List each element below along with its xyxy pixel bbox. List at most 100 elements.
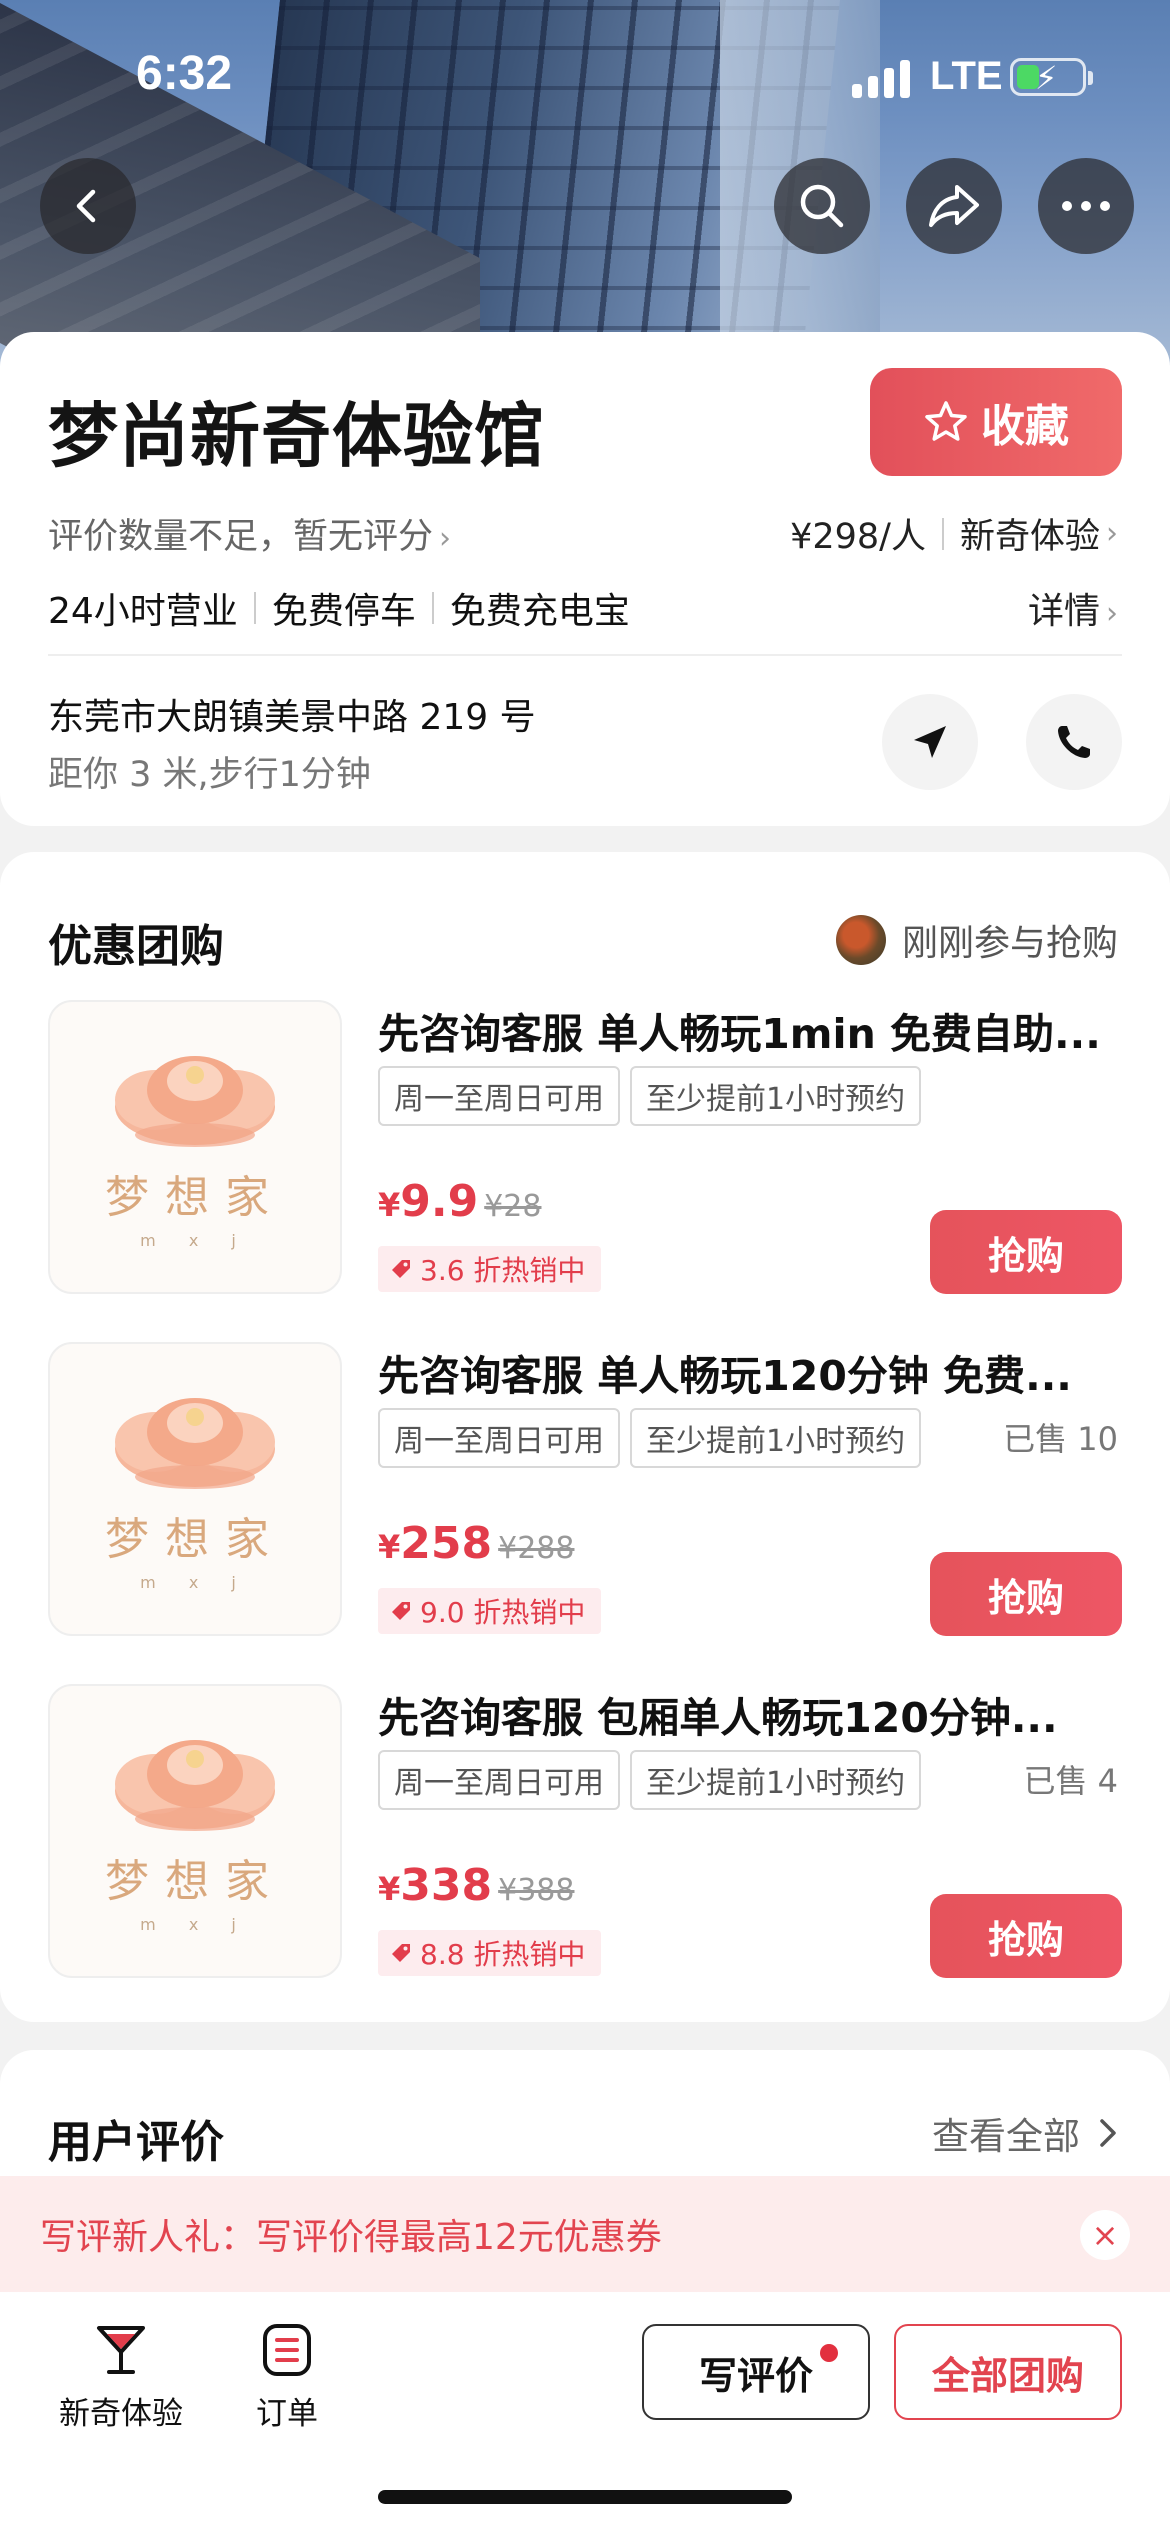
deal-title: 先咨询客服 单人畅玩1min 免费自助...: [378, 1010, 1101, 1058]
phone-icon: [1058, 726, 1090, 758]
discount-badge: 3.6 折热销中: [378, 1246, 602, 1292]
feature-tags: 24小时营业 免费停车 免费充电宝: [48, 582, 630, 634]
current-price: 258: [400, 1518, 493, 1569]
avatar: [835, 915, 886, 965]
original-price: ¥288: [498, 1531, 575, 1566]
deal-chips: 周一至周日可用 至少提前1小时预约: [378, 1750, 922, 1810]
battery-icon: ⚡: [1010, 58, 1093, 97]
buy-button[interactable]: 抢购: [930, 1552, 1122, 1636]
feature-tag: 免费停车: [271, 591, 416, 632]
search-icon: [800, 184, 844, 228]
peony-logo-icon: [115, 1397, 275, 1489]
shop-distance: 距你 3 米,步行1分钟: [48, 755, 371, 795]
phone-button[interactable]: [1026, 694, 1122, 790]
more-icon: [1062, 201, 1110, 211]
chevron-right-icon: ›: [1106, 516, 1118, 551]
divider: [48, 654, 1122, 656]
shop-name: 梦尚新奇体验馆: [48, 395, 545, 477]
current-price: 9.9: [400, 1176, 479, 1227]
rating-text: 评价数量不足，暂无评分: [48, 517, 434, 557]
peony-logo-icon: [115, 1739, 275, 1831]
availability-chip: 周一至周日可用: [378, 1750, 620, 1810]
deal-price: ¥ 9.9 ¥28: [378, 1176, 542, 1227]
navigate-button[interactable]: [882, 694, 978, 790]
deal-item[interactable]: 梦想家 m x j 先咨询客服 包厢单人畅玩120分钟... 周一至周日可用 至…: [0, 1684, 1170, 1984]
notification-dot: [820, 2344, 838, 2362]
deal-price: ¥ 338 ¥388: [378, 1860, 575, 1911]
all-deals-button[interactable]: 全部团购: [894, 2324, 1122, 2420]
price-per-person: ¥298/人: [790, 517, 926, 557]
logo-text: 梦想家: [105, 1171, 285, 1223]
deal-price: ¥ 258 ¥288: [378, 1518, 575, 1569]
feature-tag: 24小时营业: [48, 591, 238, 632]
review-promo-banner[interactable]: 写评新人礼：写评价得最高12元优惠券 ×: [0, 2176, 1170, 2292]
deal-chips: 周一至周日可用 至少提前1小时预约: [378, 1066, 922, 1126]
rating-link[interactable]: 评价数量不足，暂无评分 ›: [48, 508, 451, 559]
deal-thumbnail: 梦想家 m x j: [48, 1684, 342, 1978]
more-button[interactable]: [1038, 158, 1134, 254]
logo-text: 梦想家: [105, 1513, 285, 1565]
reservation-chip: 至少提前1小时预约: [630, 1066, 922, 1126]
deal-title: 先咨询客服 包厢单人畅玩120分钟...: [378, 1694, 1058, 1742]
group-deals-card: 优惠团购 刚刚参与抢购 梦想家 m x j 先咨询客服 单人畅玩1min 免费自…: [0, 852, 1170, 2022]
peony-logo-icon: [115, 1055, 275, 1147]
chevron-right-icon: [1100, 2119, 1116, 2147]
category-label: 新奇体验: [959, 517, 1100, 557]
original-price: ¥28: [484, 1189, 542, 1224]
tag-icon: [392, 1602, 410, 1620]
status-time: 6:32: [136, 47, 233, 100]
signal-icon: [852, 58, 914, 98]
close-icon[interactable]: ×: [1080, 2210, 1130, 2260]
network-label: LTE: [930, 54, 1003, 98]
star-icon: [925, 401, 967, 441]
tag-icon: [392, 1944, 410, 1962]
tab-orders[interactable]: 订单: [202, 2322, 372, 2433]
current-price: 338: [400, 1860, 493, 1911]
share-button[interactable]: [906, 158, 1002, 254]
deal-title: 先咨询客服 单人畅玩120分钟 免费...: [378, 1352, 1072, 1400]
shop-address[interactable]: 东莞市大朗镇美景中路 219 号: [48, 688, 536, 740]
feature-tag: 免费充电宝: [449, 591, 630, 632]
buy-button[interactable]: 抢购: [930, 1894, 1122, 1978]
chevron-right-icon: ›: [439, 521, 452, 556]
favorite-label: 收藏: [981, 401, 1069, 452]
view-all-reviews-link[interactable]: 查看全部: [932, 2106, 1118, 2160]
back-button[interactable]: [40, 158, 136, 254]
deal-thumbnail: 梦想家 m x j: [48, 1342, 342, 1636]
recent-text: 刚刚参与抢购: [901, 923, 1118, 964]
share-icon: [929, 185, 979, 227]
chevron-right-icon: ›: [1106, 596, 1118, 631]
discount-badge: 9.0 折热销中: [378, 1588, 602, 1634]
status-bar: 6:32 LTE ⚡: [0, 0, 1170, 150]
logo-subtext: m x j: [140, 1914, 250, 1934]
deal-item[interactable]: 梦想家 m x j 先咨询客服 单人畅玩1min 免费自助... 周一至周日可用…: [0, 1000, 1170, 1300]
back-arrow-icon: [76, 189, 96, 223]
logo-subtext: m x j: [140, 1572, 250, 1592]
search-button[interactable]: [774, 158, 870, 254]
logo-text: 梦想家: [105, 1855, 285, 1907]
tab-experience[interactable]: 新奇体验: [36, 2322, 206, 2433]
section-title: 优惠团购: [48, 921, 224, 972]
deal-item[interactable]: 梦想家 m x j 先咨询客服 单人畅玩120分钟 免费... 周一至周日可用 …: [0, 1342, 1170, 1642]
reservation-chip: 至少提前1小时预约: [630, 1408, 922, 1468]
reservation-chip: 至少提前1小时预约: [630, 1750, 922, 1810]
deal-chips: 周一至周日可用 至少提前1小时预约: [378, 1408, 922, 1468]
shop-info-card: 梦尚新奇体验馆 收藏 评价数量不足，暂无评分 › ¥298/人 新奇体验 › 24小…: [0, 332, 1170, 826]
availability-chip: 周一至周日可用: [378, 1408, 620, 1468]
discount-badge: 8.8 折热销中: [378, 1930, 602, 1976]
order-list-icon: [263, 2324, 311, 2376]
details-link[interactable]: 详情 ›: [1028, 582, 1118, 634]
cocktail-glass-icon: [97, 2326, 145, 2374]
price-category[interactable]: ¥298/人 新奇体验 ›: [790, 508, 1118, 559]
buy-button[interactable]: 抢购: [930, 1210, 1122, 1294]
deal-thumbnail: 梦想家 m x j: [48, 1000, 342, 1294]
tag-icon: [392, 1260, 410, 1278]
favorite-button[interactable]: 收藏: [870, 368, 1122, 476]
section-title: 用户评价: [48, 2117, 224, 2168]
logo-subtext: m x j: [140, 1230, 250, 1250]
promo-text: 写评新人礼：写评价得最高12元优惠券: [40, 2217, 662, 2258]
navigation-arrow-icon: [914, 726, 946, 758]
sold-count: 已售 10: [1003, 1420, 1118, 1458]
write-review-button[interactable]: 写评价: [642, 2324, 870, 2420]
sold-count: 已售 4: [1023, 1762, 1118, 1800]
